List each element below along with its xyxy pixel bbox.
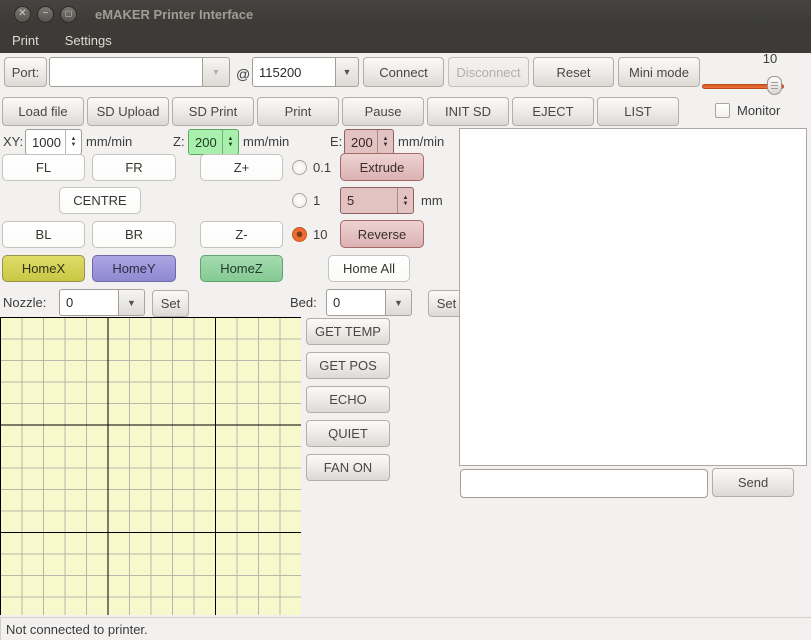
xy-feed-unit: mm/min xyxy=(86,134,132,149)
close-icon[interactable]: ✕ xyxy=(14,6,31,23)
menu-settings[interactable]: Settings xyxy=(63,30,114,51)
z-feed-spinner[interactable]: 200 ▲▼ xyxy=(188,129,239,155)
sd-print-button[interactable]: SD Print xyxy=(172,97,254,126)
pause-button[interactable]: Pause xyxy=(342,97,424,126)
menu-print[interactable]: Print xyxy=(10,30,41,51)
centre-button[interactable]: CENTRE xyxy=(59,187,141,214)
dropdown-glyph: ▼ xyxy=(394,298,403,308)
step-10-label: 10 xyxy=(313,227,327,242)
connect-button[interactable]: Connect xyxy=(363,57,444,87)
minimize-glyph: − xyxy=(43,9,49,19)
statusbar: Not connected to printer. xyxy=(0,617,811,640)
disconnect-button: Disconnect xyxy=(448,57,529,87)
log-output[interactable] xyxy=(459,128,807,466)
extrude-amount-unit: mm xyxy=(421,193,443,208)
jog-bl-button[interactable]: BL xyxy=(2,221,85,248)
z-feed-unit: mm/min xyxy=(243,134,289,149)
reverse-button[interactable]: Reverse xyxy=(340,220,424,248)
minimize-icon[interactable]: − xyxy=(37,6,54,23)
home-y-button[interactable]: HomeY xyxy=(92,255,176,282)
baud-dropdown-icon[interactable]: ▼ xyxy=(336,57,359,87)
e-feed-value: 200 xyxy=(345,130,377,154)
reset-button[interactable]: Reset xyxy=(533,57,614,87)
spinner-arrows-icon[interactable]: ▲▼ xyxy=(65,130,81,154)
get-temp-button[interactable]: GET TEMP xyxy=(306,318,390,345)
e-feed-spinner[interactable]: 200 ▲▼ xyxy=(344,129,394,155)
xy-feed-spinner[interactable]: 1000 ▲▼ xyxy=(25,129,82,155)
bed-label: Bed: xyxy=(290,295,317,310)
bed-temp-input[interactable]: 0 xyxy=(326,289,386,316)
build-plate-grid[interactable] xyxy=(0,317,301,615)
port-label: Port: xyxy=(4,57,47,87)
extrude-button[interactable]: Extrude xyxy=(340,153,424,181)
init-sd-button[interactable]: INIT SD xyxy=(427,97,509,126)
print-button[interactable]: Print xyxy=(257,97,339,126)
port-dropdown-icon[interactable]: ▼ xyxy=(203,57,230,87)
menubar: Print Settings xyxy=(0,28,811,53)
jog-z-minus-button[interactable]: Z- xyxy=(200,221,283,248)
get-pos-button[interactable]: GET POS xyxy=(306,352,390,379)
nozzle-temp-value: 0 xyxy=(66,295,73,310)
quiet-button[interactable]: QUIET xyxy=(306,420,390,447)
nozzle-set-button[interactable]: Set xyxy=(152,290,189,317)
bed-temp-value: 0 xyxy=(333,295,340,310)
home-all-button[interactable]: Home All xyxy=(328,255,410,282)
dropdown-glyph: ▼ xyxy=(127,298,136,308)
sd-upload-button[interactable]: SD Upload xyxy=(87,97,169,126)
extrude-amount-value: 5 xyxy=(341,188,397,213)
send-button[interactable]: Send xyxy=(712,468,794,497)
spinner-arrows-icon[interactable]: ▲▼ xyxy=(377,130,393,154)
baud-value: 115200 xyxy=(259,65,301,80)
dropdown-glyph: ▼ xyxy=(343,67,352,77)
step-10-radio[interactable] xyxy=(292,227,307,242)
titlebar: ✕ − ▢ eMAKER Printer Interface xyxy=(0,0,811,28)
port-input[interactable] xyxy=(49,57,203,87)
spinner-arrows-icon[interactable]: ▲▼ xyxy=(397,188,413,213)
mini-mode-button[interactable]: Mini mode xyxy=(618,57,700,87)
bed-dropdown-icon[interactable]: ▼ xyxy=(386,289,412,316)
home-z-button[interactable]: HomeZ xyxy=(200,255,283,282)
maximize-glyph: ▢ xyxy=(65,9,73,19)
fan-on-button[interactable]: FAN ON xyxy=(306,454,390,481)
at-label: @ xyxy=(236,66,250,82)
dropdown-glyph: ▼ xyxy=(212,67,221,77)
xy-feed-label: XY: xyxy=(3,134,23,149)
slider-value-label: 10 xyxy=(752,51,788,66)
speed-slider-handle[interactable] xyxy=(767,76,782,95)
load-file-button[interactable]: Load file xyxy=(2,97,84,126)
step-0_1-radio[interactable] xyxy=(292,160,307,175)
nozzle-temp-input[interactable]: 0 xyxy=(59,289,119,316)
spinner-arrows-icon[interactable]: ▲▼ xyxy=(222,130,238,154)
maximize-icon[interactable]: ▢ xyxy=(60,6,77,23)
window-title: eMAKER Printer Interface xyxy=(95,7,253,22)
echo-button[interactable]: ECHO xyxy=(306,386,390,413)
monitor-label: Monitor xyxy=(737,103,780,118)
jog-br-button[interactable]: BR xyxy=(92,221,176,248)
step-0_1-label: 0.1 xyxy=(313,160,331,175)
e-feed-label: E: xyxy=(330,134,342,149)
home-x-button[interactable]: HomeX xyxy=(2,255,85,282)
list-button[interactable]: LIST xyxy=(597,97,679,126)
command-input[interactable] xyxy=(460,469,708,498)
e-feed-unit: mm/min xyxy=(398,134,444,149)
z-feed-value: 200 xyxy=(189,130,222,154)
step-1-label: 1 xyxy=(313,193,320,208)
close-glyph: ✕ xyxy=(18,9,26,19)
step-1-radio[interactable] xyxy=(292,193,307,208)
jog-fl-button[interactable]: FL xyxy=(2,154,85,181)
eject-button[interactable]: EJECT xyxy=(512,97,594,126)
nozzle-label: Nozzle: xyxy=(3,295,46,310)
extrude-amount-spinner[interactable]: 5 ▲▼ xyxy=(340,187,414,214)
z-feed-label: Z: xyxy=(173,134,185,149)
jog-fr-button[interactable]: FR xyxy=(92,154,176,181)
nozzle-dropdown-icon[interactable]: ▼ xyxy=(119,289,145,316)
monitor-checkbox[interactable] xyxy=(715,103,730,118)
xy-feed-value: 1000 xyxy=(26,130,65,154)
status-text: Not connected to printer. xyxy=(6,622,148,637)
app-window: ✕ − ▢ eMAKER Printer Interface Print Set… xyxy=(0,0,811,640)
baud-input[interactable]: 115200 xyxy=(252,57,336,87)
jog-z-plus-button[interactable]: Z+ xyxy=(200,154,283,181)
